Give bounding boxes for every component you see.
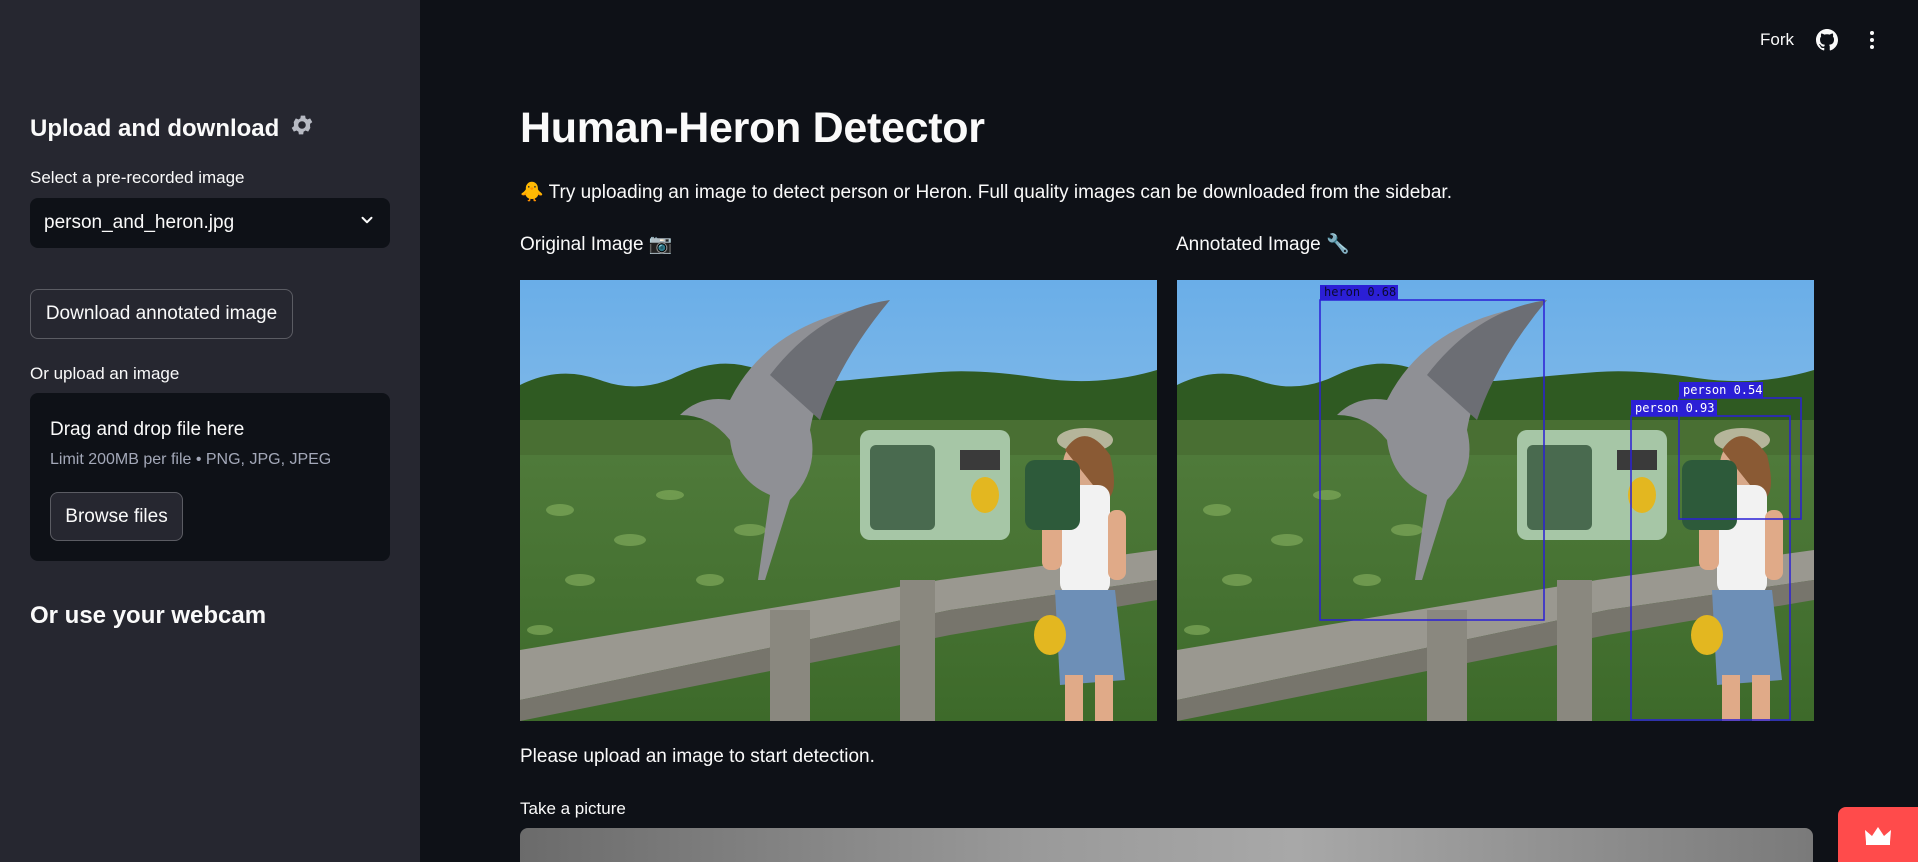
info-message: 🐥 Try uploading an image to detect perso… <box>520 180 1452 204</box>
github-icon[interactable] <box>1816 29 1838 56</box>
streamlit-badge[interactable] <box>1838 807 1918 862</box>
annotated-image: heron 0.68 person 0.54 person 0.93 <box>1177 280 1814 721</box>
dropzone-limit: Limit 200MB per file • PNG, JPG, JPEG <box>50 451 332 468</box>
camera-label: Take a picture <box>520 799 626 818</box>
detection-label-heron: heron 0.68 <box>1324 285 1396 299</box>
select-label: Select a pre-recorded image <box>30 168 245 187</box>
detection-label-person-1: person 0.54 <box>1683 383 1762 397</box>
chick-icon: 🐥 <box>520 182 544 203</box>
chevron-down-icon <box>358 211 376 235</box>
more-vertical-icon[interactable] <box>1862 29 1882 56</box>
image-select[interactable]: person_and_heron.jpg <box>30 198 390 248</box>
sidebar: Upload and download Select a pre-recorde… <box>0 0 420 862</box>
dropzone-title: Drag and drop file here <box>50 419 245 440</box>
detection-label-person-2: person 0.93 <box>1635 401 1714 415</box>
webcam-heading: Or use your webcam <box>30 602 267 629</box>
download-annotated-button[interactable]: Download annotated image <box>30 289 293 339</box>
fork-link[interactable]: Fork <box>1760 30 1794 50</box>
sidebar-title-text: Upload and download <box>30 114 280 142</box>
camera-input[interactable] <box>520 828 1813 862</box>
annotated-image-caption: Annotated Image 🔧 <box>1176 234 1350 255</box>
status-text: Please upload an image to start detectio… <box>520 746 875 767</box>
info-text: Try uploading an image to detect person … <box>548 182 1452 203</box>
page-title: Human-Heron Detector <box>520 104 985 152</box>
upload-label: Or upload an image <box>30 364 180 383</box>
sidebar-title: Upload and download <box>30 112 315 145</box>
crown-icon <box>1863 824 1893 851</box>
original-image-caption: Original Image 📷 <box>520 234 673 255</box>
gear-icon <box>289 112 315 145</box>
file-dropzone[interactable]: Drag and drop file here Limit 200MB per … <box>30 393 390 561</box>
original-image <box>520 280 1157 721</box>
browse-files-button[interactable]: Browse files <box>50 492 183 541</box>
select-value: person_and_heron.jpg <box>44 212 235 233</box>
